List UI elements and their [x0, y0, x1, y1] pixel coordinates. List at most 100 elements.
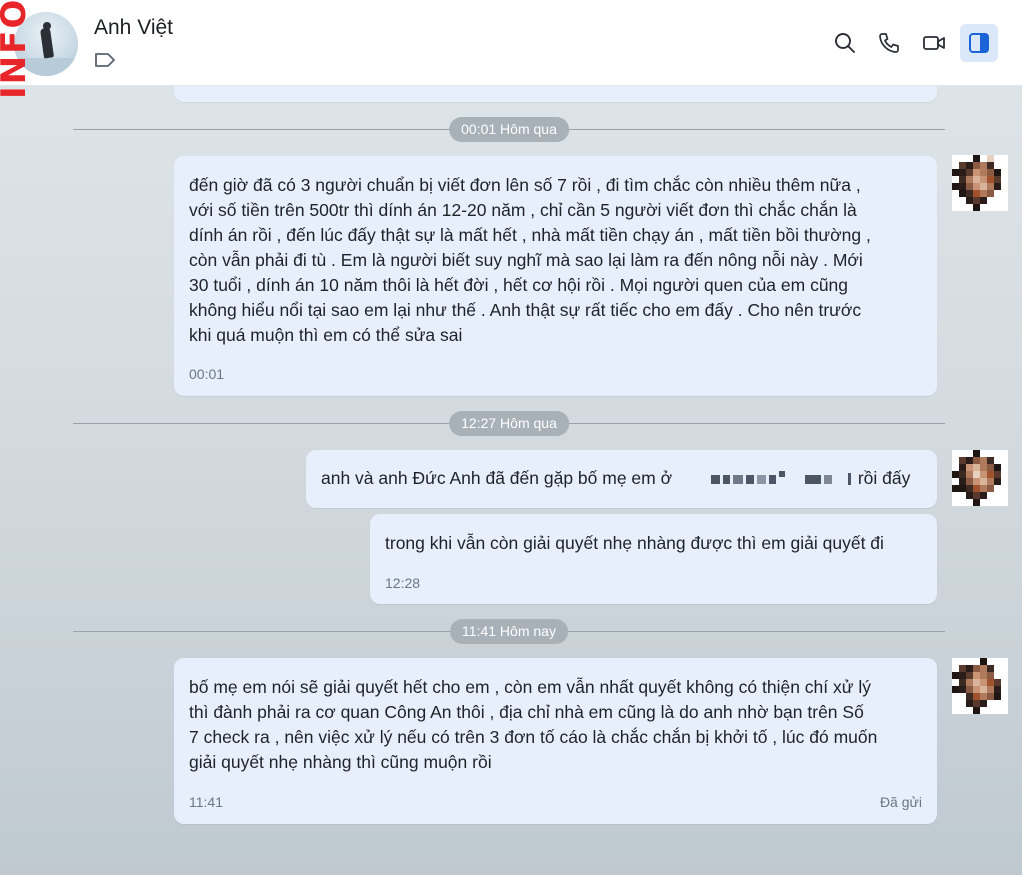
avatar-pixel: [987, 450, 994, 457]
avatar-pixel: [994, 190, 1001, 197]
avatar-pixel: [952, 155, 959, 162]
avatar-pixel: [994, 700, 1001, 707]
avatar-pixel: [987, 686, 994, 693]
avatar-pixel: [1001, 686, 1008, 693]
avatar-pixel: [1001, 155, 1008, 162]
message-text: đến giờ đã có 3 người chuẩn bị viết đơn …: [189, 173, 871, 348]
avatar-pixel: [987, 658, 994, 665]
avatar-pixel: [994, 707, 1001, 714]
avatar-pixel: [952, 204, 959, 211]
avatar-pixel: [952, 183, 959, 190]
avatar-pixel: [987, 700, 994, 707]
avatar-pixel: [1001, 450, 1008, 457]
avatar-pixel: [959, 478, 966, 485]
message-line: bố mẹ em nói sẽ giải quyết hết cho em , …: [189, 677, 871, 697]
redacted-address: [710, 471, 851, 486]
date-divider-pill: 12:27 Hôm qua: [449, 411, 569, 436]
avatar-pixel: [966, 499, 973, 506]
avatar-pixel: [959, 183, 966, 190]
avatar-pixel: [980, 464, 987, 471]
message-list[interactable]: 00:01 Hôm qua đến giờ đã có 3 người chuẩ…: [0, 72, 1022, 875]
avatar-pixel: [973, 478, 980, 485]
message-line: đến giờ đã có 3 người chuẩn bị viết đơn …: [189, 175, 861, 195]
message-text-part: anh và anh Đức Anh đã đến gặp bố mẹ em ở: [321, 468, 673, 488]
conversation-info-button[interactable]: [960, 24, 998, 62]
avatar-pixel: [966, 204, 973, 211]
avatar-pixel: [959, 464, 966, 471]
avatar-pixel: [980, 700, 987, 707]
sender-avatar[interactable]: [952, 658, 1008, 714]
message-line: với số tiền trên 500tr thì dính án 12-20…: [189, 200, 857, 220]
avatar-pixel: [980, 658, 987, 665]
avatar-pixel: [994, 155, 1001, 162]
avatar-pixel: [952, 457, 959, 464]
message-text: anh và anh Đức Anh đã đến gặp bố mẹ em ở…: [321, 466, 910, 491]
message-line: còn vẫn phải đi tù . Em là người biết su…: [189, 250, 863, 270]
avatar-pixel: [980, 679, 987, 686]
message-bubble[interactable]: đến giờ đã có 3 người chuẩn bị viết đơn …: [174, 156, 937, 396]
avatar-pixel: [1001, 693, 1008, 700]
avatar-pixel: [973, 672, 980, 679]
avatar-pixel: [980, 478, 987, 485]
avatar-pixel: [980, 169, 987, 176]
avatar-pixel: [966, 155, 973, 162]
avatar-pixel: [980, 665, 987, 672]
avatar-pixel: [973, 658, 980, 665]
avatar-pixel: [987, 204, 994, 211]
contact-name[interactable]: Anh Việt: [94, 16, 173, 40]
avatar-pixel: [987, 665, 994, 672]
avatar-figure: [39, 27, 55, 59]
avatar-pixel: [952, 658, 959, 665]
avatar-pixel: [966, 672, 973, 679]
avatar-pixel: [973, 707, 980, 714]
avatar-pixel: [966, 169, 973, 176]
tag-icon[interactable]: [94, 52, 116, 68]
avatar-pixel: [959, 204, 966, 211]
sender-avatar[interactable]: [952, 450, 1008, 506]
avatar-pixel: [987, 707, 994, 714]
avatar-pixel: [966, 190, 973, 197]
message-line: 30 tuổi , dính án 10 năm thôi là hết đời…: [189, 275, 849, 295]
avatar-pixel: [973, 155, 980, 162]
avatar-pixel: [952, 464, 959, 471]
chat-header: INFO Anh Việt: [0, 0, 1022, 99]
avatar-pixel: [952, 700, 959, 707]
video-call-button[interactable]: [915, 24, 953, 62]
avatar-pixel: [980, 197, 987, 204]
avatar-pixel: [973, 679, 980, 686]
avatar-pixel: [959, 679, 966, 686]
avatar-pixel: [966, 464, 973, 471]
message-text: bố mẹ em nói sẽ giải quyết hết cho em , …: [189, 675, 877, 775]
avatar-pixel: [966, 471, 973, 478]
avatar-pixel: [987, 471, 994, 478]
avatar-pixel: [1001, 707, 1008, 714]
avatar-pixel: [959, 471, 966, 478]
avatar-pixel: [994, 679, 1001, 686]
message-bubble[interactable]: anh và anh Đức Anh đã đến gặp bố mẹ em ở…: [306, 450, 937, 508]
avatar-pixel: [952, 450, 959, 457]
message-text-part: rồi đấy: [857, 468, 911, 488]
avatar-pixel: [994, 665, 1001, 672]
avatar-pixel: [966, 700, 973, 707]
avatar-pixel: [973, 190, 980, 197]
avatar-pixel: [952, 176, 959, 183]
sender-avatar[interactable]: [952, 155, 1008, 211]
avatar-pixel: [952, 707, 959, 714]
search-icon: [835, 33, 855, 53]
avatar-pixel: [973, 693, 980, 700]
avatar-pixel: [952, 485, 959, 492]
voice-call-button[interactable]: [870, 24, 908, 62]
avatar-pixel: [959, 155, 966, 162]
avatar-pixel: [966, 183, 973, 190]
message-text: trong khi vẫn còn giải quyết nhẹ nhàng đ…: [385, 533, 884, 553]
avatar-pixel: [980, 450, 987, 457]
message-bubble[interactable]: bố mẹ em nói sẽ giải quyết hết cho em , …: [174, 658, 937, 824]
avatar-pixel: [959, 485, 966, 492]
search-button[interactable]: [826, 24, 864, 62]
avatar-pixel: [987, 679, 994, 686]
date-divider-pill: 00:01 Hôm qua: [449, 117, 569, 142]
avatar-pixel: [1001, 190, 1008, 197]
avatar-pixel: [959, 190, 966, 197]
message-bubble[interactable]: trong khi vẫn còn giải quyết nhẹ nhàng đ…: [370, 514, 937, 604]
video-call-icon: [923, 36, 945, 50]
